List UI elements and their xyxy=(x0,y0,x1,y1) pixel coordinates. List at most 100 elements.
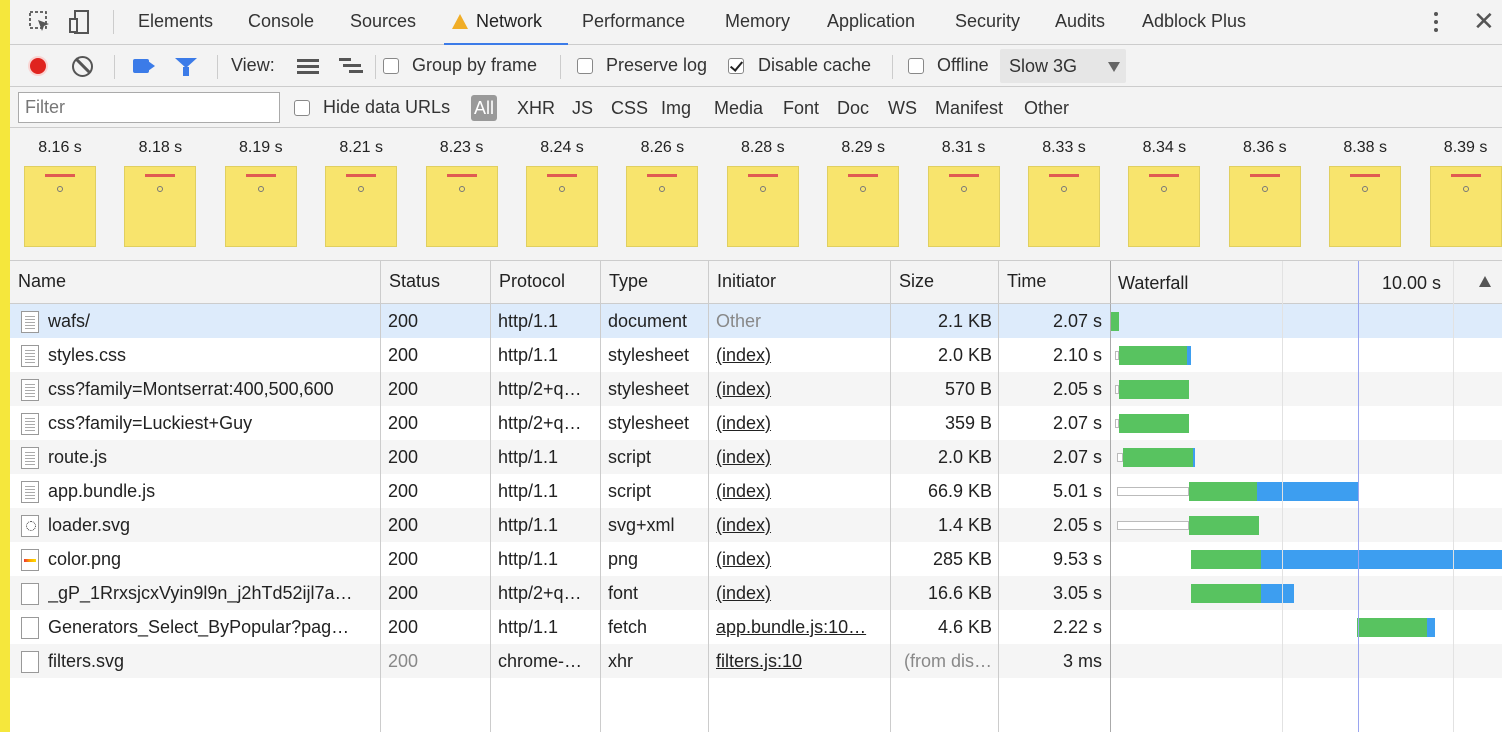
cell-initiator[interactable]: (index) xyxy=(716,338,884,372)
filmstrip-frame[interactable]: 8.16 s xyxy=(10,128,110,260)
clear-button[interactable] xyxy=(72,56,93,77)
cell-name[interactable]: css?family=Montserrat:400,500,600 xyxy=(48,372,374,406)
waterfall-row[interactable] xyxy=(1111,610,1502,644)
filter-input[interactable] xyxy=(18,92,280,123)
table-row[interactable]: loader.svg 200 http/1.1 svg+xml (index) 1.4 K… xyxy=(10,508,1110,542)
large-rows-icon[interactable] xyxy=(297,59,319,75)
cell-initiator[interactable]: (index) xyxy=(716,508,884,542)
type-filter-css[interactable]: CSS xyxy=(611,95,648,121)
device-toolbar-icon[interactable] xyxy=(68,10,92,34)
overview-icon[interactable] xyxy=(339,58,363,76)
waterfall-row[interactable] xyxy=(1111,372,1502,406)
tab-application[interactable]: Application xyxy=(827,0,915,45)
waterfall-row[interactable] xyxy=(1111,542,1502,576)
filmstrip-frame[interactable]: 8.23 s xyxy=(412,128,512,260)
type-filter-xhr[interactable]: XHR xyxy=(517,95,555,121)
close-icon[interactable]: ✕ xyxy=(1473,6,1495,37)
cell-initiator[interactable]: (index) xyxy=(716,440,884,474)
cell-initiator[interactable]: (index) xyxy=(716,542,884,576)
cell-name[interactable]: route.js xyxy=(48,440,374,474)
cell-name[interactable]: app.bundle.js xyxy=(48,474,374,508)
filmstrip-frame[interactable]: 8.21 s xyxy=(311,128,411,260)
waterfall-row[interactable] xyxy=(1111,440,1502,474)
filmstrip-frame[interactable]: 8.31 s xyxy=(914,128,1014,260)
more-options-icon[interactable] xyxy=(1433,12,1439,34)
table-row[interactable]: wafs/200 http/1.1 document Other 2.1 KB 2.07 … xyxy=(10,304,1110,338)
cell-name[interactable]: wafs/ xyxy=(48,304,374,338)
cell-initiator[interactable]: (index) xyxy=(716,372,884,406)
column-header-size[interactable]: Size xyxy=(890,261,998,304)
type-filter-img[interactable]: Img xyxy=(661,95,691,121)
column-header-name[interactable]: Name xyxy=(10,261,380,304)
tab-network[interactable]: Network xyxy=(444,0,568,45)
type-filter-media[interactable]: Media xyxy=(714,95,763,121)
cell-initiator[interactable]: Other xyxy=(716,304,884,338)
type-filter-doc[interactable]: Doc xyxy=(837,95,869,121)
filmstrip-frame[interactable]: 8.19 s xyxy=(211,128,311,260)
table-row[interactable]: app.bundle.js 200 http/1.1 script (index) 66.… xyxy=(10,474,1110,508)
cell-initiator[interactable]: filters.js:10 xyxy=(716,644,884,678)
filmstrip-frame[interactable]: 8.29 s xyxy=(813,128,913,260)
table-row[interactable]: color.png 200 http/1.1 png (index) 285 KB 9.53… xyxy=(10,542,1110,576)
cell-name[interactable]: loader.svg xyxy=(48,508,374,542)
column-header-waterfall[interactable]: Waterfall 10.00 s xyxy=(1110,261,1502,304)
type-filter-all[interactable]: All xyxy=(471,95,498,121)
preserve-log-checkbox[interactable] xyxy=(577,58,593,74)
cell-name[interactable]: filters.svg xyxy=(48,644,374,678)
waterfall-row[interactable] xyxy=(1111,508,1502,542)
cell-name[interactable]: css?family=Luckiest+Guy xyxy=(48,406,374,440)
filmstrip-frame[interactable]: 8.28 s xyxy=(713,128,813,260)
filmstrip-frame[interactable]: 8.33 s xyxy=(1014,128,1114,260)
tab-adblock-plus[interactable]: Adblock Plus xyxy=(1142,0,1246,45)
filter-icon[interactable] xyxy=(175,58,197,76)
cell-name[interactable]: color.png xyxy=(48,542,374,576)
column-header-status[interactable]: Status xyxy=(380,261,490,304)
inspect-element-icon[interactable] xyxy=(28,10,52,34)
filmstrip-frame[interactable]: 8.36 s xyxy=(1215,128,1315,260)
cell-initiator[interactable]: (index) xyxy=(716,406,884,440)
filmstrip-frame[interactable]: 8.18 s xyxy=(110,128,210,260)
group-by-frame-checkbox[interactable] xyxy=(383,58,399,74)
table-row[interactable]: Generators_Select_ByPopular?pag… 200 http/… xyxy=(10,610,1110,644)
filmstrip-frame[interactable]: 8.24 s xyxy=(512,128,612,260)
tab-sources[interactable]: Sources xyxy=(350,0,416,45)
column-header-initiator[interactable]: Initiator xyxy=(708,261,890,304)
column-header-type[interactable]: Type xyxy=(600,261,708,304)
table-row[interactable]: filters.svg 200 chrome-… xhr filters.js:10 (f… xyxy=(10,644,1110,678)
tab-console[interactable]: Console xyxy=(248,0,314,45)
tab-elements[interactable]: Elements xyxy=(138,0,213,45)
table-row[interactable]: _gP_1RrxsjcxVyin9l9n_j2hTd52ijl7a… 200 htt… xyxy=(10,576,1110,610)
record-button[interactable] xyxy=(28,56,48,76)
filmstrip-frame[interactable]: 8.34 s xyxy=(1114,128,1214,260)
type-filter-manifest[interactable]: Manifest xyxy=(935,95,1003,121)
capture-screenshots-icon[interactable] xyxy=(133,59,149,73)
offline-checkbox[interactable] xyxy=(908,58,924,74)
filmstrip-frame[interactable]: 8.38 s xyxy=(1315,128,1415,260)
table-row[interactable]: css?family=Montserrat:400,500,600 200 http… xyxy=(10,372,1110,406)
cell-name[interactable]: styles.css xyxy=(48,338,374,372)
tab-performance[interactable]: Performance xyxy=(582,0,685,45)
hide-data-urls-checkbox[interactable] xyxy=(294,100,310,116)
column-header-protocol[interactable]: Protocol xyxy=(490,261,600,304)
waterfall-row[interactable] xyxy=(1111,406,1502,440)
type-filter-js[interactable]: JS xyxy=(572,95,593,121)
column-header-time[interactable]: Time xyxy=(998,261,1110,304)
tab-memory[interactable]: Memory xyxy=(725,0,790,45)
cell-initiator[interactable]: (index) xyxy=(716,474,884,508)
waterfall-row[interactable] xyxy=(1111,576,1502,610)
cell-initiator[interactable]: app.bundle.js:10… xyxy=(716,610,884,644)
table-row[interactable]: route.js 200 http/1.1 script (index) 2.0 KB 2.… xyxy=(10,440,1110,474)
type-filter-other[interactable]: Other xyxy=(1024,95,1069,121)
table-row[interactable]: css?family=Luckiest+Guy 200 http/2+q… style… xyxy=(10,406,1110,440)
type-filter-ws[interactable]: WS xyxy=(888,95,917,121)
waterfall-row[interactable] xyxy=(1111,474,1502,508)
type-filter-font[interactable]: Font xyxy=(783,95,819,121)
tab-audits[interactable]: Audits xyxy=(1055,0,1105,45)
disable-cache-checkbox[interactable] xyxy=(728,58,744,74)
cell-initiator[interactable]: (index) xyxy=(716,576,884,610)
table-row[interactable]: styles.css 200 http/1.1 stylesheet (index) 2.… xyxy=(10,338,1110,372)
filmstrip-frame[interactable]: 8.39 s xyxy=(1416,128,1502,260)
waterfall-row[interactable] xyxy=(1111,304,1502,338)
cell-name[interactable]: _gP_1RrxsjcxVyin9l9n_j2hTd52ijl7a… xyxy=(48,576,374,610)
waterfall-row[interactable] xyxy=(1111,338,1502,372)
